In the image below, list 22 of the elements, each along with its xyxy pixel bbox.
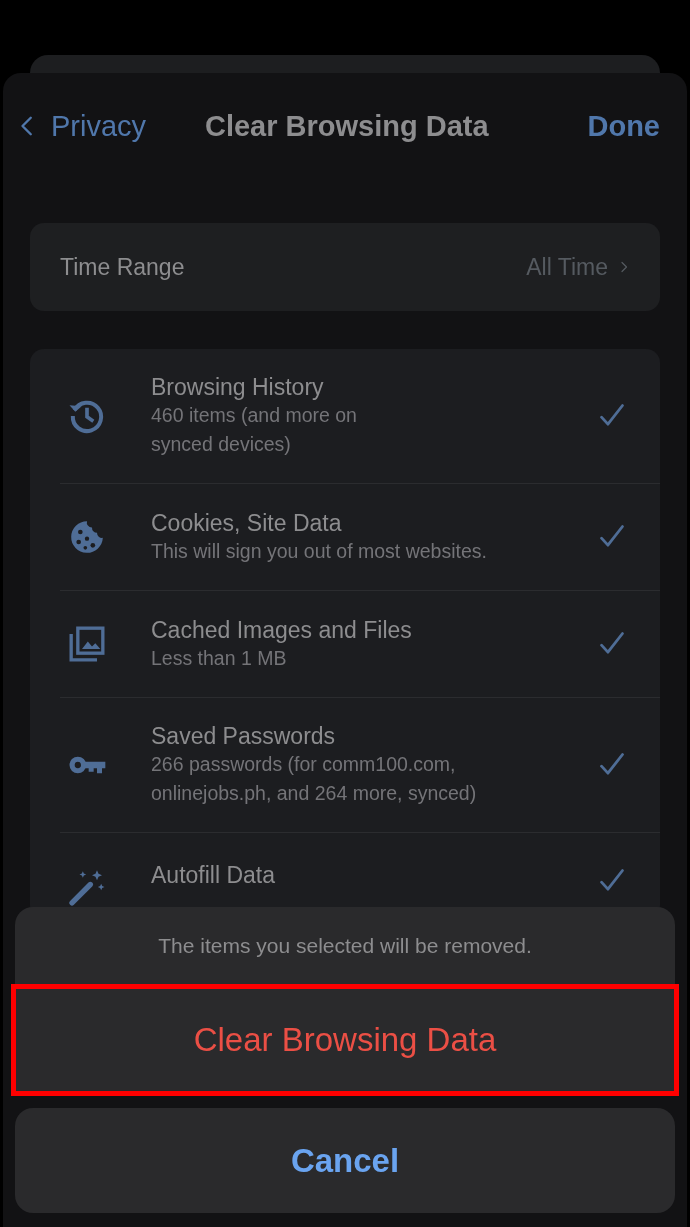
item-title: Browsing History [151,373,325,401]
data-type-row[interactable]: Browsing History 460 items (and more on synced devices) [60,349,660,484]
item-description: 460 items (and more on synced devices) [151,403,358,457]
item-title: Saved Passwords [151,722,337,750]
item-description: This will sign you out of most websites. [151,538,488,564]
back-button[interactable]: Privacy [17,109,147,143]
item-description: Less than 1 MB [151,645,288,671]
cancel-button-dialog[interactable]: Cancel [15,1108,675,1213]
item-title: Autofill Data [151,861,276,889]
done-button[interactable]: Done [587,109,660,143]
time-range-row[interactable]: Time Range All Time [30,223,660,311]
item-title: Cookies, Site Data [151,508,343,537]
screen-title: Clear Browsing Data [203,109,490,143]
clear-data-button[interactable]: Clear Browsing Data [13,986,677,1094]
images-icon [67,624,107,664]
data-type-row[interactable]: Cookies, Site Data This will sign you out of most websites. [60,484,660,591]
data-type-row[interactable]: Saved Passwords 266 passwords (for comm100.com, onlinejobs.ph, and 264 more, synced) [60,698,660,833]
item-title: Cached Images and Files [151,615,413,644]
item-description: 266 passwords (for comm100.com, onlinejobs.ph, and 264 more, synced) [151,752,478,806]
time-range-value: All Time [526,253,608,281]
data-type-row[interactable]: Cached Images and Files Less than 1 MB [60,591,660,698]
time-range-label: Time Range [60,253,186,281]
